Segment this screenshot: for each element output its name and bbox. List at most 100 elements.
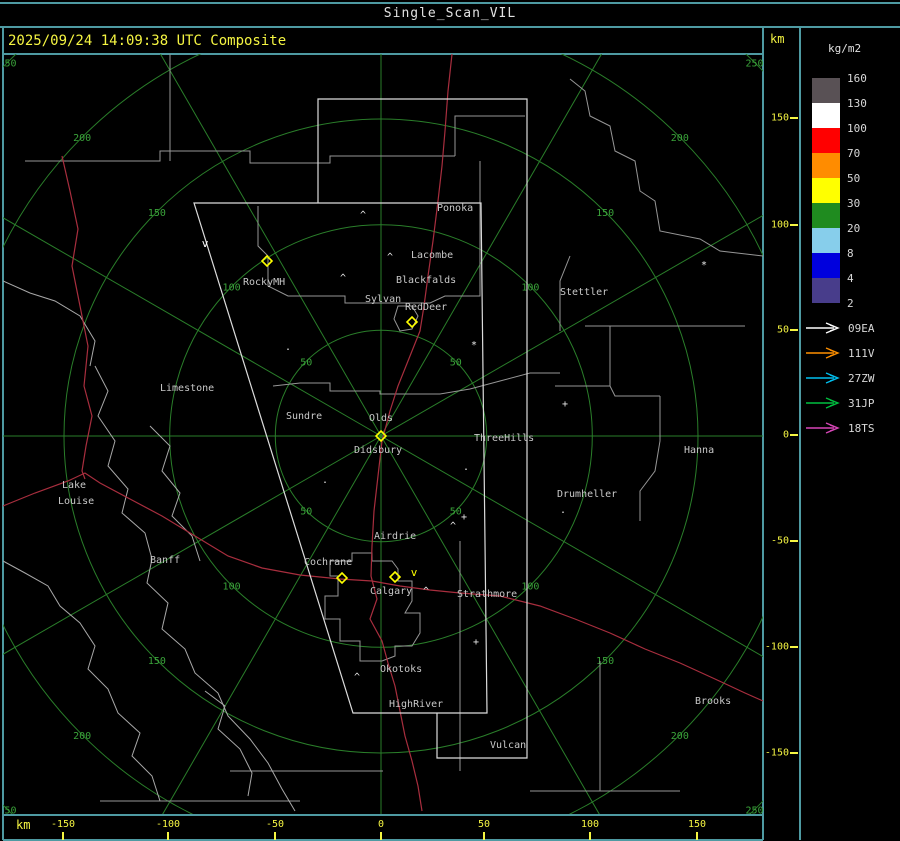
- place-label: Blackfalds: [396, 275, 456, 286]
- bottom-axis-tick-label: 0: [377, 819, 385, 830]
- county-boundary: [569, 78, 763, 257]
- bottom-axis-tick-mark: [167, 832, 169, 840]
- place-label: Sylvan: [365, 294, 401, 305]
- town-marker: ^: [340, 273, 346, 284]
- place-label: Louise: [58, 496, 94, 507]
- town-marker: ^: [450, 521, 456, 532]
- right-axis-tick-mark: [790, 434, 798, 436]
- place-label: Lake: [62, 480, 86, 491]
- azimuth-radial: [380, 435, 763, 658]
- legend-color-swatch: [812, 103, 840, 128]
- radar-map: 50 50 50 50 100 100 100 100 150 150 150 150 200 200 20…: [3, 54, 763, 814]
- right-axis-tick-mark: [790, 224, 798, 226]
- county-boundary: [25, 150, 455, 164]
- town-marker: .: [560, 505, 566, 516]
- bottom-axis-tick-label: -50: [265, 819, 285, 830]
- ring-distance-label: 200: [73, 133, 91, 144]
- ring-distance-label: 200: [73, 731, 91, 742]
- bottom-axis-tick-mark: [483, 832, 485, 840]
- place-label: ThreeHills: [474, 433, 534, 444]
- ring-distance-label: 250: [3, 58, 16, 69]
- special-marker: v: [202, 237, 209, 250]
- legend-boundary-value: 30: [847, 197, 861, 210]
- town-marker: *: [701, 260, 707, 271]
- legend-boundary-value: 8: [847, 247, 854, 260]
- place-label: Cochrane: [304, 557, 352, 568]
- right-axis-unit: km: [770, 32, 785, 46]
- legend-boundary-value: 4: [847, 272, 854, 285]
- right-axis-tick-label: 0: [782, 429, 789, 441]
- right-axis-tick-label: 50: [776, 324, 789, 336]
- town-marker: +: [473, 637, 479, 648]
- bottom-axis-tick-label: -150: [50, 819, 76, 830]
- county-boundary: [639, 396, 661, 521]
- azimuth-radial: [162, 435, 382, 814]
- right-axis-tick-label: -100: [764, 641, 789, 653]
- place-label: Limestone: [160, 383, 214, 394]
- azimuth-radial: [159, 54, 382, 437]
- legend-boundary-value: 160: [847, 72, 867, 85]
- vector-id-label: 18TS: [848, 422, 875, 435]
- right-axis-tick-label: -150: [764, 747, 789, 759]
- town-marker: ^: [387, 252, 393, 263]
- legend-unit-label: kg/m2: [828, 42, 862, 55]
- bottom-axis-tick-label: -100: [155, 819, 181, 830]
- titlebar-divider: [0, 26, 900, 28]
- legend-boundary-value: 2: [847, 297, 854, 310]
- right-axis-tick-mark: [790, 752, 798, 754]
- ring-distance-label: 150: [148, 656, 166, 667]
- bottom-axis-tick-mark: [274, 832, 276, 840]
- legend-boundary-value: 70: [847, 147, 861, 160]
- ring-distance-label: 250: [3, 806, 16, 814]
- ring-distance-label: 150: [596, 208, 614, 219]
- place-label: Airdrie: [374, 531, 416, 542]
- place-label: Calgary: [370, 586, 412, 597]
- town-marker: ^: [354, 672, 360, 683]
- window-title: Single_Scan_VIL: [383, 6, 517, 21]
- legend-color-swatch: [812, 178, 840, 203]
- ring-distance-label: 200: [671, 133, 689, 144]
- ring-distance-label: 50: [300, 357, 312, 368]
- ring-distance-label: 100: [223, 283, 241, 294]
- place-label: Drumheller: [557, 489, 617, 500]
- place-label: Okotoks: [380, 664, 422, 675]
- town-marker: ^: [360, 210, 366, 221]
- bottom-axis-tick-label: 50: [477, 819, 491, 830]
- town-marker: *: [471, 340, 477, 351]
- top-border: [0, 2, 900, 4]
- county-boundary: [555, 385, 660, 397]
- special-marker: v: [411, 566, 418, 579]
- right-axis-tick-label: -50: [770, 535, 789, 547]
- place-label: Olds: [369, 413, 393, 424]
- town-marker: +: [562, 399, 568, 410]
- right-axis-tick-mark: [790, 540, 798, 542]
- county-boundary: [272, 372, 560, 395]
- legend-boundary-value: 100: [847, 122, 867, 135]
- terrain-boundary: [3, 280, 96, 367]
- ring-distance-label: 50: [450, 357, 462, 368]
- legend-boundary-value: 130: [847, 97, 867, 110]
- bottom-axis-tick-label: 100: [580, 819, 600, 830]
- legend-color-swatch: [812, 253, 840, 278]
- vector-id-label: 111V: [848, 347, 875, 360]
- place-label: Ponoka: [437, 203, 473, 214]
- right-axis-tick-mark: [790, 646, 798, 648]
- place-label: Brooks: [695, 696, 731, 707]
- town-marker: .: [285, 342, 291, 353]
- right-axis-tick-label: 150: [770, 112, 789, 124]
- bottom-axis-tick-label: 150: [687, 819, 707, 830]
- bottom-axis-unit: km: [16, 818, 31, 832]
- bottom-axis-tick-mark: [62, 832, 64, 840]
- vector-id-label: 27ZW: [848, 372, 875, 385]
- legend-color-swatch: [812, 78, 840, 103]
- radar-vector-legend: 09EA 111V 27ZW 31JP 18TS: [806, 322, 875, 435]
- legend-boundary-value: 20: [847, 222, 861, 235]
- scan-area-outline: [317, 98, 528, 759]
- ring-distance-label: 100: [223, 581, 241, 592]
- ring-distance-label: 250: [746, 806, 763, 814]
- place-label: RockyMH: [243, 277, 285, 288]
- legend-color-swatch: [812, 278, 840, 303]
- place-label: Stettler: [560, 287, 608, 298]
- ring-distance-label: 200: [671, 731, 689, 742]
- ring-distance-label: 150: [596, 656, 614, 667]
